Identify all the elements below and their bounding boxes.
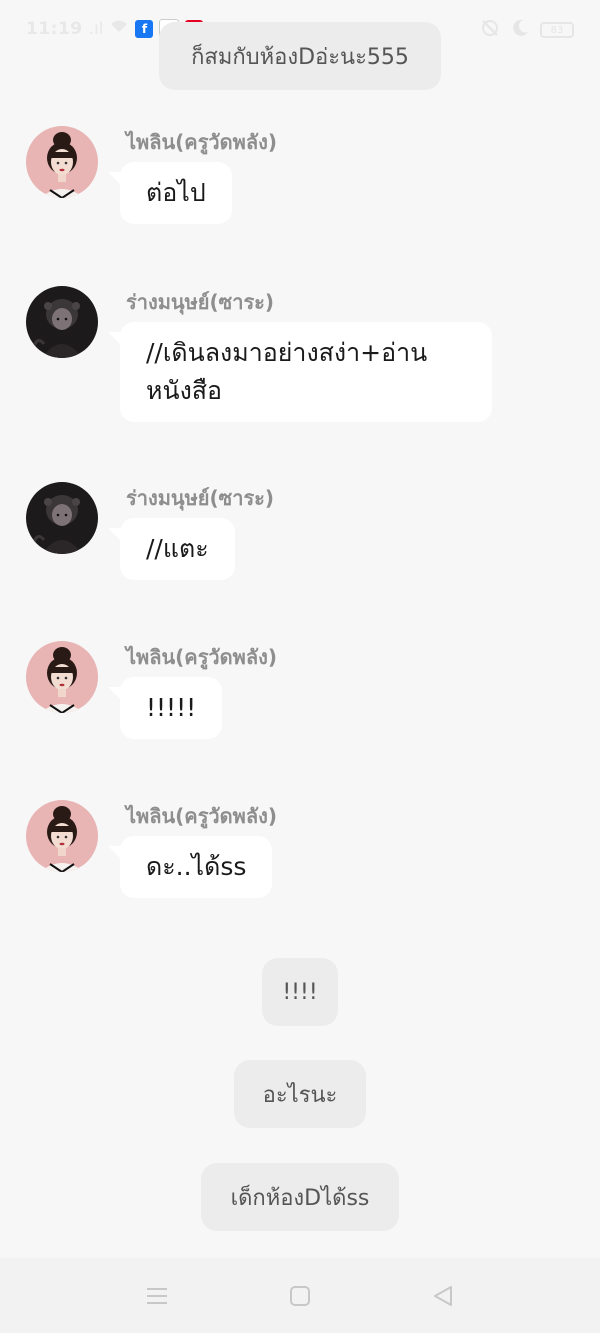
message-bubble[interactable]: ต่อไป — [108, 162, 232, 224]
pailin-avatar[interactable] — [26, 126, 98, 198]
sara-avatar[interactable] — [26, 286, 98, 358]
message-bubble[interactable]: ดะ..ได้ss — [107, 836, 273, 898]
moon-icon — [510, 18, 530, 42]
menu-icon[interactable] — [143, 1282, 171, 1310]
message-bubble[interactable]: //เดินลงมาอย่างสง่า+อ่าน หนังสือ — [108, 322, 492, 422]
mute-icon — [480, 18, 500, 42]
message-text-line: หนังสือ — [146, 376, 223, 405]
sender-name: ร่างมนุษย์(ซาระ) — [126, 290, 275, 314]
system-message: !!!! — [262, 958, 338, 1026]
sender-name: ไพลิน(ครูวัดพลัง) — [126, 804, 277, 828]
system-message-text: เด็กห้องDได้ss — [230, 1185, 370, 1211]
battery-level: 83 — [550, 24, 564, 36]
pailin-avatar[interactable] — [26, 641, 98, 713]
home-square-icon[interactable] — [286, 1282, 314, 1310]
sender-name: ร่างมนุษย์(ซาระ) — [126, 486, 275, 510]
facebook-icon: f — [135, 19, 154, 38]
signal-icon: .ıl — [88, 18, 104, 39]
back-triangle-icon[interactable] — [429, 1282, 457, 1310]
message-text: //แตะ — [146, 534, 209, 563]
sara-avatar[interactable] — [26, 482, 98, 554]
pailin-avatar[interactable] — [26, 800, 98, 872]
system-message-text: ก็สมกับห้องDอ่ะนะ555 — [191, 44, 409, 70]
sender-name: ไพลิน(ครูวัดพลัง) — [126, 130, 277, 154]
system-message-text: อะไรนะ — [262, 1082, 338, 1108]
system-message: ก็สมกับห้องDอ่ะนะ555 — [159, 22, 441, 90]
message-text: ต่อไป — [146, 178, 206, 207]
clock: 11:19 — [26, 18, 83, 39]
message-text-line: //เดินลงมาอย่างสง่า+อ่าน — [146, 338, 428, 367]
message-bubble[interactable]: //แตะ — [108, 518, 235, 580]
sender-name: ไพลิน(ครูวัดพลัง) — [126, 645, 277, 669]
system-message: อะไรนะ — [234, 1060, 366, 1128]
status-right: 83 — [480, 18, 574, 42]
battery-icon: 83 — [540, 22, 574, 38]
system-message-text: !!!! — [282, 979, 318, 1005]
message-bubble[interactable]: !!!!! — [107, 677, 223, 739]
message-text: !!!!! — [146, 693, 197, 722]
message-text: ดะ..ได้ss — [146, 852, 247, 881]
system-message: เด็กห้องDได้ss — [201, 1163, 399, 1231]
navigation-bar — [0, 1258, 600, 1333]
wifi-icon — [109, 18, 129, 39]
